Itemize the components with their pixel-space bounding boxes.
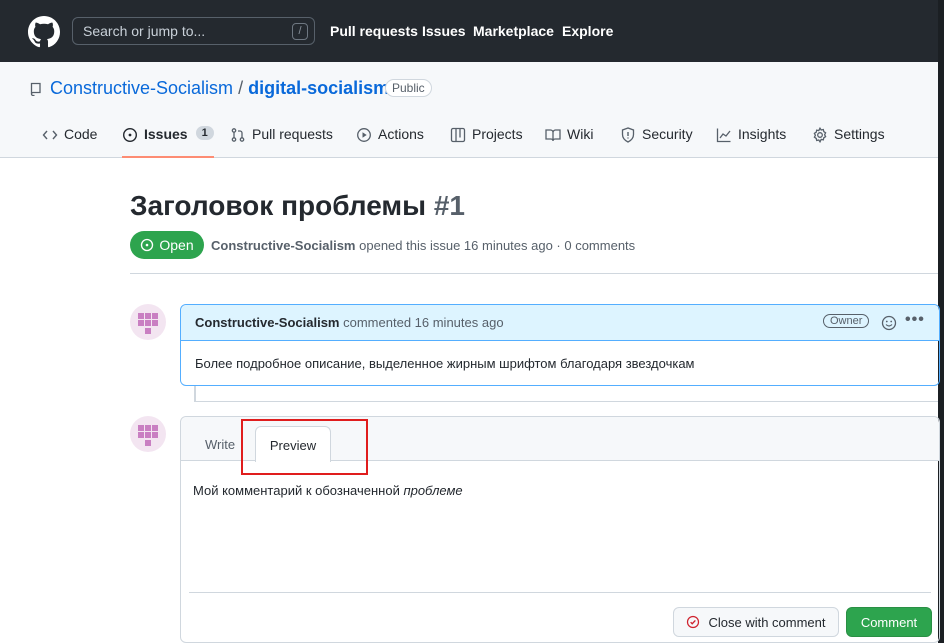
- issue-number: #1: [433, 190, 465, 221]
- comment-button[interactable]: Comment: [846, 607, 932, 637]
- tab-actions-label: Actions: [378, 126, 424, 142]
- tab-issues-label: Issues: [144, 126, 188, 142]
- comment-body: Более подробное описание, выделенное жир…: [195, 356, 695, 371]
- editor-divider: [189, 592, 931, 593]
- avatar[interactable]: [130, 416, 166, 452]
- tab-pull-requests[interactable]: Pull requests: [230, 126, 333, 158]
- tab-pull-requests-label: Pull requests: [252, 126, 333, 142]
- graph-icon: [716, 128, 731, 143]
- search-placeholder: Search or jump to...: [83, 23, 206, 39]
- tab-projects-label: Projects: [472, 126, 523, 142]
- kebab-menu-icon[interactable]: •••: [905, 311, 925, 329]
- tab-code[interactable]: Code: [42, 126, 97, 158]
- issue-title: Заголовок проблемы #1: [130, 190, 465, 222]
- nav-issues[interactable]: Issues: [422, 23, 466, 39]
- visibility-badge: Public: [385, 79, 432, 97]
- tab-write[interactable]: Write: [205, 437, 235, 452]
- tab-wiki-label: Wiki: [567, 126, 594, 142]
- search-input[interactable]: Search or jump to... /: [72, 17, 315, 45]
- gear-icon: [813, 127, 827, 143]
- search-shortcut-key: /: [292, 23, 308, 40]
- repo-title: Constructive-Socialism / digital-socialism: [50, 78, 389, 99]
- git-pull-request-icon: [231, 128, 245, 142]
- issue-meta: Constructive-Socialism opened this issue…: [211, 238, 635, 253]
- close-with-comment-button[interactable]: Close with comment: [673, 607, 839, 637]
- preview-italic-text: проблеме: [403, 483, 463, 498]
- preview-content: Мой комментарий к обозначенной проблеме: [193, 483, 463, 498]
- book-icon: [545, 129, 561, 142]
- tab-settings-label: Settings: [834, 126, 885, 142]
- issue-title-text: Заголовок проблемы: [130, 190, 427, 221]
- tab-actions[interactable]: Actions: [356, 126, 424, 158]
- identicon-icon: [138, 313, 158, 334]
- tab-projects[interactable]: Projects: [450, 126, 523, 158]
- tab-settings[interactable]: Settings: [812, 126, 885, 158]
- tab-security[interactable]: Security: [620, 126, 693, 158]
- nav-marketplace[interactable]: Marketplace: [473, 23, 554, 39]
- issue-meta-text: opened this issue 16 minutes ago · 0 com…: [359, 238, 636, 253]
- repo-owner-link[interactable]: Constructive-Socialism: [50, 78, 233, 98]
- smiley-icon[interactable]: [881, 315, 897, 331]
- repo-name-link[interactable]: digital-socialism: [248, 78, 389, 98]
- nav-pull-requests[interactable]: Pull requests: [330, 23, 418, 39]
- identicon-icon: [138, 425, 158, 446]
- tab-issues[interactable]: Issues 1: [122, 126, 214, 158]
- issues-counter: 1: [195, 126, 214, 140]
- code-icon: [42, 130, 58, 140]
- comment-author-link[interactable]: Constructive-Socialism: [195, 315, 340, 330]
- play-icon: [357, 128, 371, 142]
- avatar[interactable]: [130, 304, 166, 340]
- comment-header: Constructive-Socialism commented 16 minu…: [181, 305, 939, 341]
- highlight-box: [241, 419, 368, 475]
- comment-box: Constructive-Socialism commented 16 minu…: [180, 304, 940, 386]
- issue-state-label: Open: [159, 237, 194, 253]
- issue-state-badge: Open: [130, 231, 204, 259]
- tab-code-label: Code: [64, 126, 98, 142]
- issue-author-link[interactable]: Constructive-Socialism: [211, 238, 356, 253]
- tab-wiki[interactable]: Wiki: [545, 126, 593, 158]
- tab-insights-label: Insights: [738, 126, 787, 142]
- repo-separator: /: [238, 78, 244, 98]
- repo-icon: [30, 82, 41, 96]
- timeline-divider: [196, 401, 938, 402]
- comment-action[interactable]: commented 16 minutes ago: [343, 315, 503, 330]
- header-divider: [130, 273, 938, 274]
- preview-plain-text: Мой комментарий к обозначенной: [193, 483, 404, 498]
- timeline-connector: [194, 386, 196, 402]
- issue-closed-icon: [687, 615, 700, 629]
- issue-opened-icon: [122, 127, 138, 143]
- global-header: Search or jump to... / Pull requests Iss…: [0, 0, 944, 62]
- owner-badge: Owner: [823, 314, 870, 328]
- table-icon: [450, 127, 466, 143]
- nav-explore[interactable]: Explore: [562, 23, 613, 39]
- close-with-comment-label: Close with comment: [708, 614, 826, 630]
- shield-icon: [621, 127, 635, 143]
- repo-header: Constructive-Socialism / digital-socialism…: [0, 62, 938, 158]
- github-logo-icon[interactable]: [28, 16, 60, 48]
- tab-insights[interactable]: Insights: [716, 126, 786, 158]
- issue-opened-icon: [141, 238, 154, 252]
- tab-security-label: Security: [642, 126, 693, 142]
